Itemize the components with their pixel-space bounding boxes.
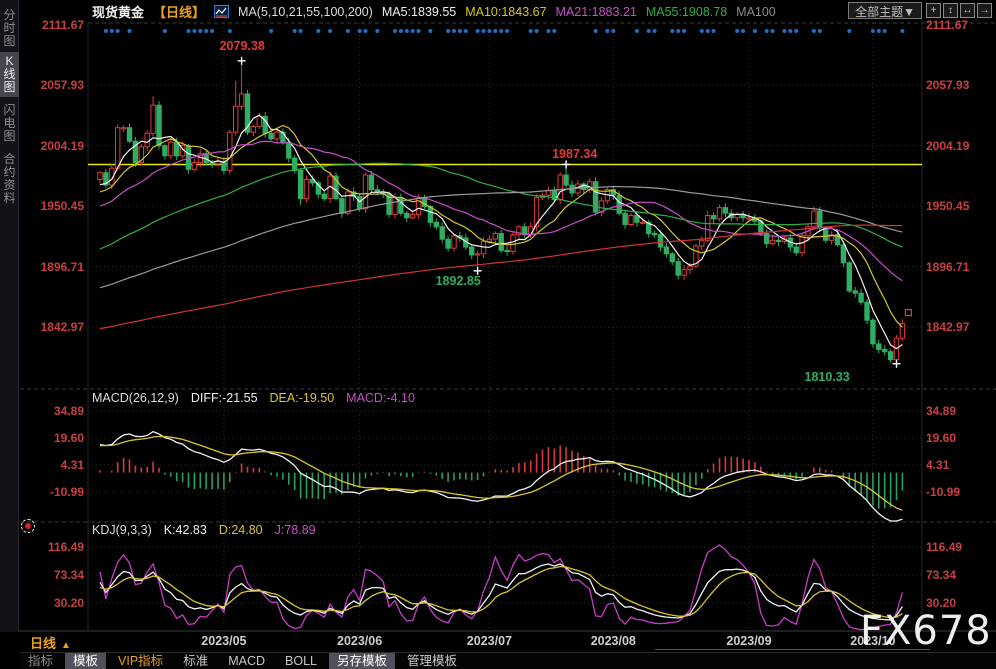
period-arrow-icon: ▲ — [61, 640, 71, 651]
bottom-tab-bar: 指标模板VIP指标标准MACDBOLL另存模板管理模板 — [20, 652, 996, 669]
y-axis-tick: 4.31 — [926, 458, 988, 472]
bottom-tab-另存模板[interactable]: 另存模板 — [329, 653, 395, 669]
y-axis-tick: 1950.45 — [926, 199, 988, 213]
grid-layer — [0, 23, 996, 631]
y-axis-scale-icon[interactable]: ↕ — [943, 3, 958, 18]
bottom-tab-MACD[interactable]: MACD — [220, 653, 273, 669]
sidebar: 分时图K线图闪电图合约资料 — [0, 0, 19, 632]
bottom-tab-指标[interactable]: 指标 — [20, 653, 61, 669]
ma-legend-item: MA(5,10,21,55,100,200) — [238, 5, 373, 19]
indicator-value: DIFF:-21.55 — [191, 391, 258, 405]
y-axis-tick: 2004.19 — [22, 139, 84, 153]
y-axis-tick: 30.20 — [22, 596, 84, 610]
ma-legend-item: MA10:1843.67 — [465, 5, 546, 19]
extreme-cross-markers — [238, 57, 901, 368]
y-axis-tick: 1842.97 — [22, 320, 84, 334]
line-chart-icon — [214, 5, 229, 18]
chart-canvas[interactable] — [0, 0, 996, 669]
indicator-value: J:78.89 — [275, 523, 316, 537]
y-axis-tick: 2057.93 — [926, 78, 988, 92]
y-axis-tick: 2004.19 — [926, 139, 988, 153]
toolbar: 全部主题▼ +↕↔→ — [848, 2, 992, 19]
kdj-header: KDJ(9,3,3) K:42.83 D:24.80 J:78.89 — [92, 523, 316, 537]
x-axis-scale-icon[interactable]: ↔ — [960, 3, 975, 18]
x-axis-tick: 2023/08 — [578, 634, 648, 648]
y-axis-tick: 2111.67 — [926, 18, 988, 32]
indicator-value: MACD(26,12,9) — [92, 391, 179, 405]
y-axis-tick: 34.89 — [926, 404, 988, 418]
y-axis-tick: 116.49 — [926, 540, 988, 554]
x-axis-tick: 2023/06 — [325, 634, 395, 648]
y-axis-tick: 4.31 — [22, 458, 84, 472]
y-axis-tick: 116.49 — [22, 540, 84, 554]
macd-diff-line — [100, 432, 902, 521]
price-annotation: 1810.33 — [805, 370, 850, 384]
watermark: FX678 — [860, 608, 992, 654]
latest-price-marker — [905, 310, 911, 316]
indicator-value: MACD:-4.10 — [346, 391, 415, 405]
y-axis-tick: 2111.67 — [22, 18, 84, 32]
price-annotation: 1987.34 — [552, 147, 597, 161]
kdj-d-line — [100, 567, 902, 618]
theme-dropdown-button[interactable]: 全部主题▼ — [848, 2, 922, 19]
bottom-tab-管理模板[interactable]: 管理模板 — [399, 653, 465, 669]
indicator-value: K:42.83 — [164, 523, 207, 537]
indicator-value: D:24.80 — [219, 523, 263, 537]
period-tag: 【日线】 — [153, 2, 205, 21]
sidebar-tab-分时图[interactable]: 分时图 — [0, 6, 19, 51]
sidebar-tab-闪电图[interactable]: 闪电图 — [0, 101, 19, 146]
period-label: 日线 — [30, 636, 56, 651]
y-axis-tick: -10.99 — [926, 485, 988, 499]
x-axis-tick: 2023/05 — [189, 634, 259, 648]
bottom-tab-模板[interactable]: 模板 — [65, 653, 106, 669]
bottom-tab-标准[interactable]: 标准 — [175, 653, 216, 669]
y-axis-tick: 73.34 — [22, 568, 84, 582]
y-axis-tick: 73.34 — [926, 568, 988, 582]
period-selector[interactable]: 日线 ▲ — [30, 633, 71, 652]
candlesticks — [98, 61, 905, 364]
y-axis-tick: 1896.71 — [22, 260, 84, 274]
y-axis-tick: 1950.45 — [22, 199, 84, 213]
y-axis-tick: 19.60 — [22, 431, 84, 445]
x-axis-tick: 2023/09 — [714, 634, 784, 648]
symbol-title: 现货黄金 — [92, 2, 144, 21]
ma-legend-item: MA5:1839.55 — [382, 5, 456, 19]
y-axis-tick: 19.60 — [926, 431, 988, 445]
y-axis-tick: 1896.71 — [926, 260, 988, 274]
collapse-pane-icon[interactable]: → — [977, 3, 992, 18]
ma-legend-item: MA100 — [736, 5, 776, 19]
x-axis-tick: 2023/07 — [454, 634, 524, 648]
ma-legend-item: MA55:1908.78 — [646, 5, 727, 19]
kdj-j-line — [100, 545, 902, 630]
kdj-k-line — [100, 564, 902, 620]
price-annotation: 1892.85 — [436, 274, 481, 288]
y-axis-tick: 34.89 — [22, 404, 84, 418]
ma-legend-item: MA21:1883.21 — [556, 5, 637, 19]
indicator-settings-icon[interactable] — [21, 519, 35, 533]
chart-header: 现货黄金 【日线】 MA(5,10,21,55,100,200) MA5:1839… — [92, 3, 785, 20]
ma-legend: MA(5,10,21,55,100,200) MA5:1839.55 MA10:18… — [238, 4, 785, 19]
indicator-value: KDJ(9,3,3) — [92, 523, 152, 537]
y-axis-tick: -10.99 — [22, 485, 84, 499]
bottom-tab-BOLL[interactable]: BOLL — [277, 653, 325, 669]
sidebar-tab-K线图[interactable]: K线图 — [0, 52, 19, 97]
bottom-tab-VIP指标[interactable]: VIP指标 — [110, 653, 171, 669]
indicator-value: DEA:-19.50 — [270, 391, 335, 405]
price-annotation: 2079.38 — [220, 39, 265, 53]
sidebar-tab-合约资料[interactable]: 合约资料 — [0, 150, 19, 208]
y-axis-tick: 1842.97 — [926, 320, 988, 334]
macd-header: MACD(26,12,9) DIFF:-21.55 DEA:-19.50 MACD:-… — [92, 391, 415, 405]
macd-dea-line — [100, 436, 902, 510]
crosshair-tool-icon[interactable]: + — [926, 3, 941, 18]
y-axis-tick: 2057.93 — [22, 78, 84, 92]
